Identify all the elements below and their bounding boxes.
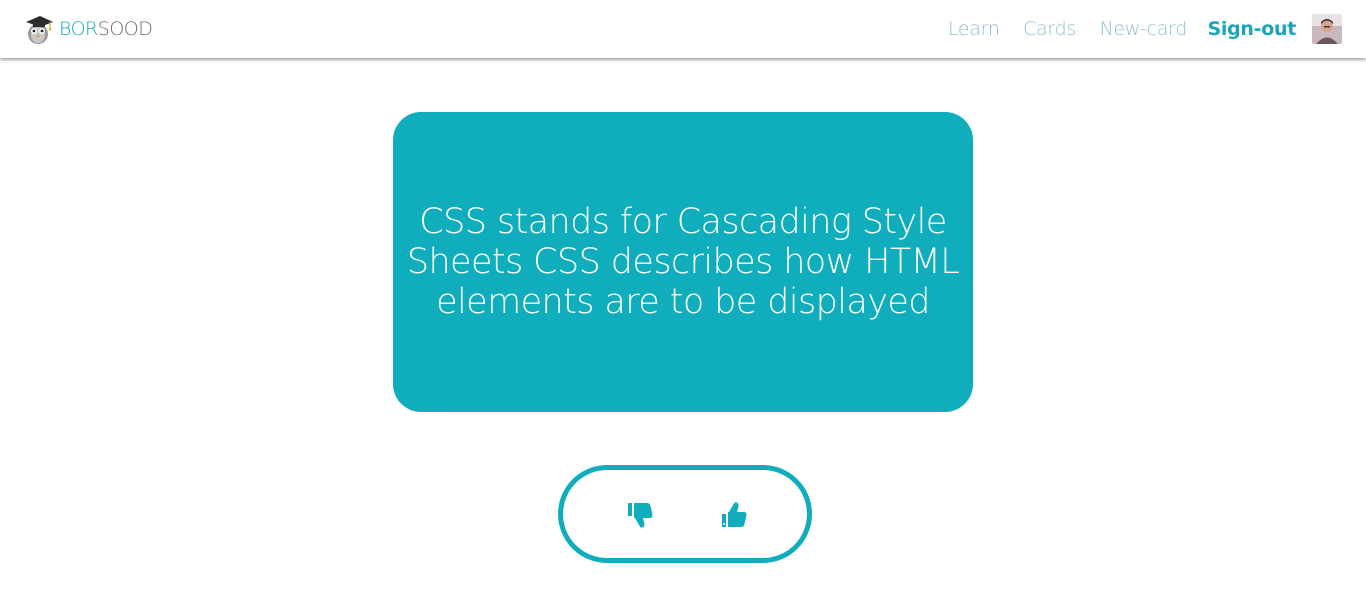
nav-learn-label: Learn xyxy=(947,18,1000,40)
nav-cards-label: Cards xyxy=(1023,18,1076,40)
nav-new-card-link[interactable]: New-card· xyxy=(1099,18,1190,40)
thumbs-up-button[interactable] xyxy=(717,498,751,532)
navbar: BORSOOD Learn· Cards· New-card· Sign-out xyxy=(0,0,1366,58)
nav-cards-dot: · xyxy=(1075,24,1080,38)
thumbs-up-icon xyxy=(722,502,747,527)
thumbs-down-icon xyxy=(628,503,653,528)
avatar-icon xyxy=(1312,14,1342,44)
flashcard[interactable]: CSS stands for Cascading Style Sheets CS… xyxy=(393,112,973,412)
nav-learn-link[interactable]: Learn· xyxy=(948,18,1003,40)
nav-cards-link[interactable]: Cards· xyxy=(1023,18,1080,40)
brand-logo-link[interactable]: BORSOOD xyxy=(24,12,153,46)
thumbs-down-button[interactable] xyxy=(623,498,657,532)
nav-new-card-label: New-card xyxy=(1099,18,1187,40)
nav-new-card-dot: · xyxy=(1187,24,1191,38)
vote-controls xyxy=(558,465,812,563)
sign-out-link[interactable]: Sign-out xyxy=(1208,18,1297,40)
flashcard-text: CSS stands for Cascading Style Sheets CS… xyxy=(406,202,960,322)
brand-name-part1: BOR xyxy=(59,18,98,40)
graduation-owl-icon xyxy=(26,16,53,44)
nav-learn-dot: · xyxy=(999,24,1004,38)
user-avatar[interactable] xyxy=(1312,14,1342,44)
brand-name: BORSOOD xyxy=(59,18,153,40)
brand-name-part2: SOOD xyxy=(97,18,153,40)
nav-links: Learn· Cards· New-card· Sign-out xyxy=(928,13,1342,45)
